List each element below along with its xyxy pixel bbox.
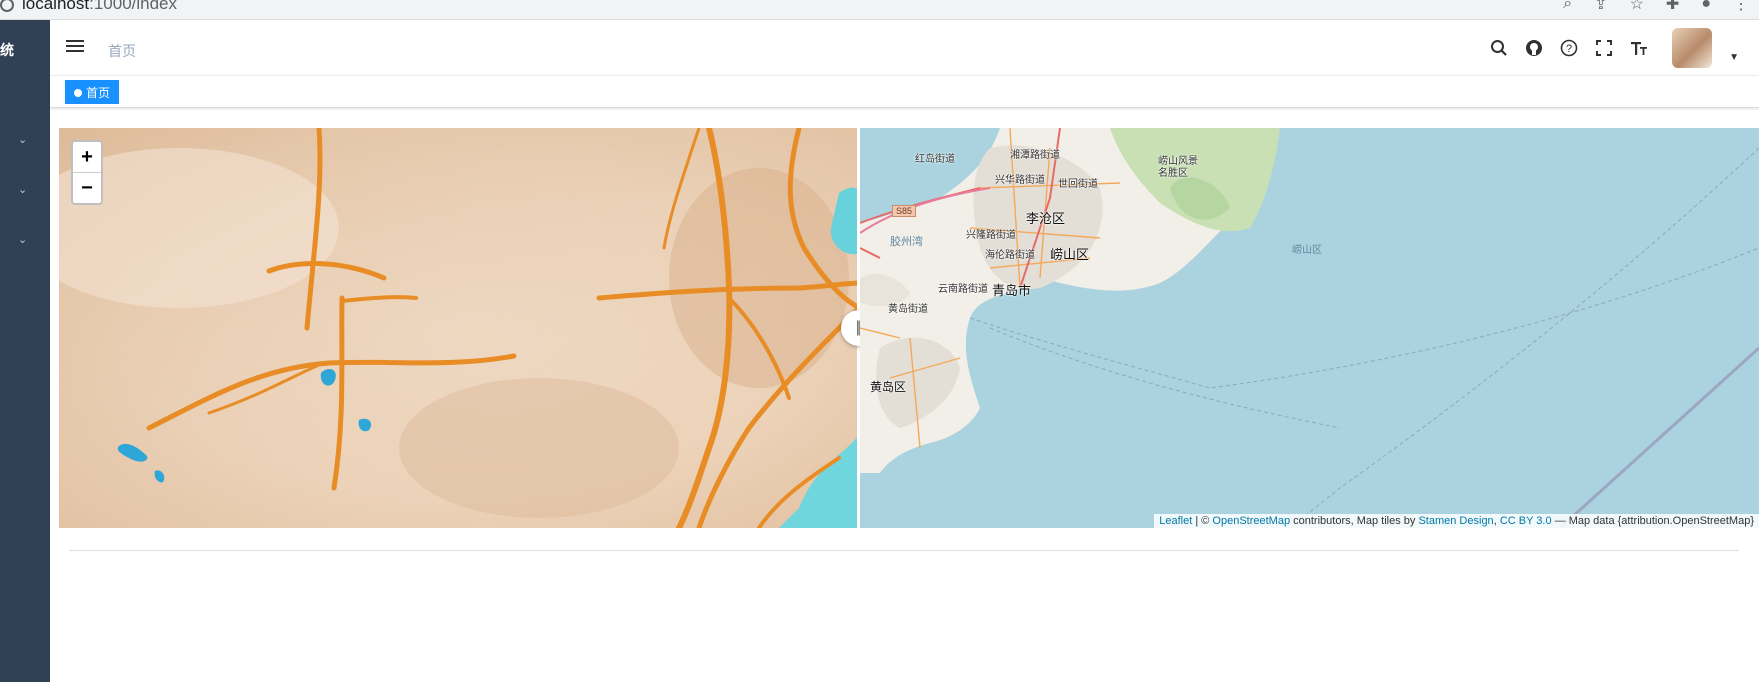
question-icon[interactable]: ? bbox=[1559, 38, 1579, 58]
map-label: 崂山区 bbox=[1050, 247, 1090, 262]
divider-line bbox=[69, 550, 1739, 551]
share-icon[interactable]: ⇪ bbox=[1594, 0, 1607, 14]
map-label: 李沧区 bbox=[1026, 211, 1066, 226]
breadcrumb: 首页 bbox=[108, 43, 136, 59]
tag-label: 首页 bbox=[86, 86, 111, 100]
tags-view-bar: 首页 bbox=[50, 76, 1759, 108]
watercolor-map-pane[interactable]: + − bbox=[59, 128, 860, 528]
profile-icon[interactable]: ● bbox=[1701, 0, 1711, 13]
search-icon[interactable] bbox=[1489, 38, 1509, 58]
map-label: 崂山风景 名胜区 bbox=[1158, 156, 1198, 179]
zoom-out-button[interactable]: − bbox=[73, 173, 101, 203]
map-label: 海伦路街道 bbox=[985, 250, 1035, 261]
stamen-link[interactable]: Stamen Design bbox=[1418, 515, 1493, 527]
active-dot-icon bbox=[74, 88, 82, 97]
sidebar: 统 ⌄ ⌄ ⌄ bbox=[0, 20, 50, 682]
osm-map-pane[interactable]: 红岛街道 湘潭路街道 兴华路街道 世回街道 崂山风景 名胜区 S85 李沧区 胶… bbox=[860, 128, 1759, 528]
chevron-down-icon[interactable]: ⌄ bbox=[18, 233, 30, 246]
leaflet-link[interactable]: Leaflet bbox=[1159, 515, 1192, 527]
map-label: 崂山区 bbox=[1292, 245, 1322, 256]
map-label: 青岛市 bbox=[992, 283, 1032, 298]
highway-shield: S85 bbox=[892, 205, 917, 217]
map-label: 兴隆路街道 bbox=[966, 230, 1016, 241]
url-host: localhost bbox=[22, 0, 90, 13]
osm-link[interactable]: OpenStreetMap bbox=[1212, 515, 1290, 527]
map-label: 湘潭路街道 bbox=[1010, 150, 1060, 161]
map-label: 胶州湾 bbox=[890, 236, 923, 248]
zoom-control: + − bbox=[71, 140, 103, 205]
caret-down-icon[interactable]: ▼ bbox=[1729, 52, 1739, 63]
ccby-link[interactable]: CC BY 3.0 bbox=[1500, 515, 1552, 527]
fullscreen-icon[interactable] bbox=[1594, 38, 1614, 58]
map-attribution: Leaflet | © OpenStreetMap contributors, … bbox=[1154, 514, 1759, 528]
tag-home[interactable]: 首页 bbox=[65, 80, 120, 104]
map-container[interactable]: + − ||| 红岛街道 湘潭路街道 兴华路街道 世回街道 崂山风景 名胜区 S… bbox=[59, 128, 1759, 528]
map-label: 兴华路街道 bbox=[995, 175, 1045, 186]
avatar[interactable] bbox=[1672, 28, 1713, 68]
address-bar[interactable]: localhost:1000/index bbox=[0, 0, 177, 14]
map-label: 世回街道 bbox=[1058, 179, 1098, 190]
menu-icon[interactable]: ⋮ bbox=[1733, 0, 1749, 14]
zoom-icon[interactable]: ⌕ bbox=[1563, 0, 1572, 13]
sidebar-logo-title[interactable]: 统 bbox=[0, 40, 14, 60]
svg-text:?: ? bbox=[1566, 43, 1572, 55]
font-size-icon[interactable] bbox=[1629, 38, 1649, 58]
chevron-down-icon[interactable]: ⌄ bbox=[18, 183, 30, 196]
map-label: 黄岛区 bbox=[870, 380, 907, 394]
hamburger-menu-icon[interactable] bbox=[66, 40, 84, 54]
zoom-in-button[interactable]: + bbox=[73, 142, 101, 172]
extensions-icon[interactable]: ✚ bbox=[1666, 0, 1679, 14]
chevron-down-icon[interactable]: ⌄ bbox=[18, 133, 30, 146]
site-info-icon[interactable] bbox=[0, 0, 14, 12]
map-label: 云南路街道 bbox=[938, 284, 988, 295]
bookmark-star-icon[interactable]: ☆ bbox=[1630, 0, 1644, 14]
map-label: 红岛街道 bbox=[915, 154, 955, 165]
map-label: 黄岛街道 bbox=[888, 304, 928, 315]
url-path: :1000/index bbox=[89, 0, 178, 13]
browser-toolbar: localhost:1000/index ⌕ ⇪ ☆ ✚ ● ⋮ bbox=[0, 0, 1759, 20]
top-navbar: 首页 ? ▼ bbox=[50, 20, 1759, 76]
github-icon[interactable] bbox=[1524, 38, 1544, 58]
